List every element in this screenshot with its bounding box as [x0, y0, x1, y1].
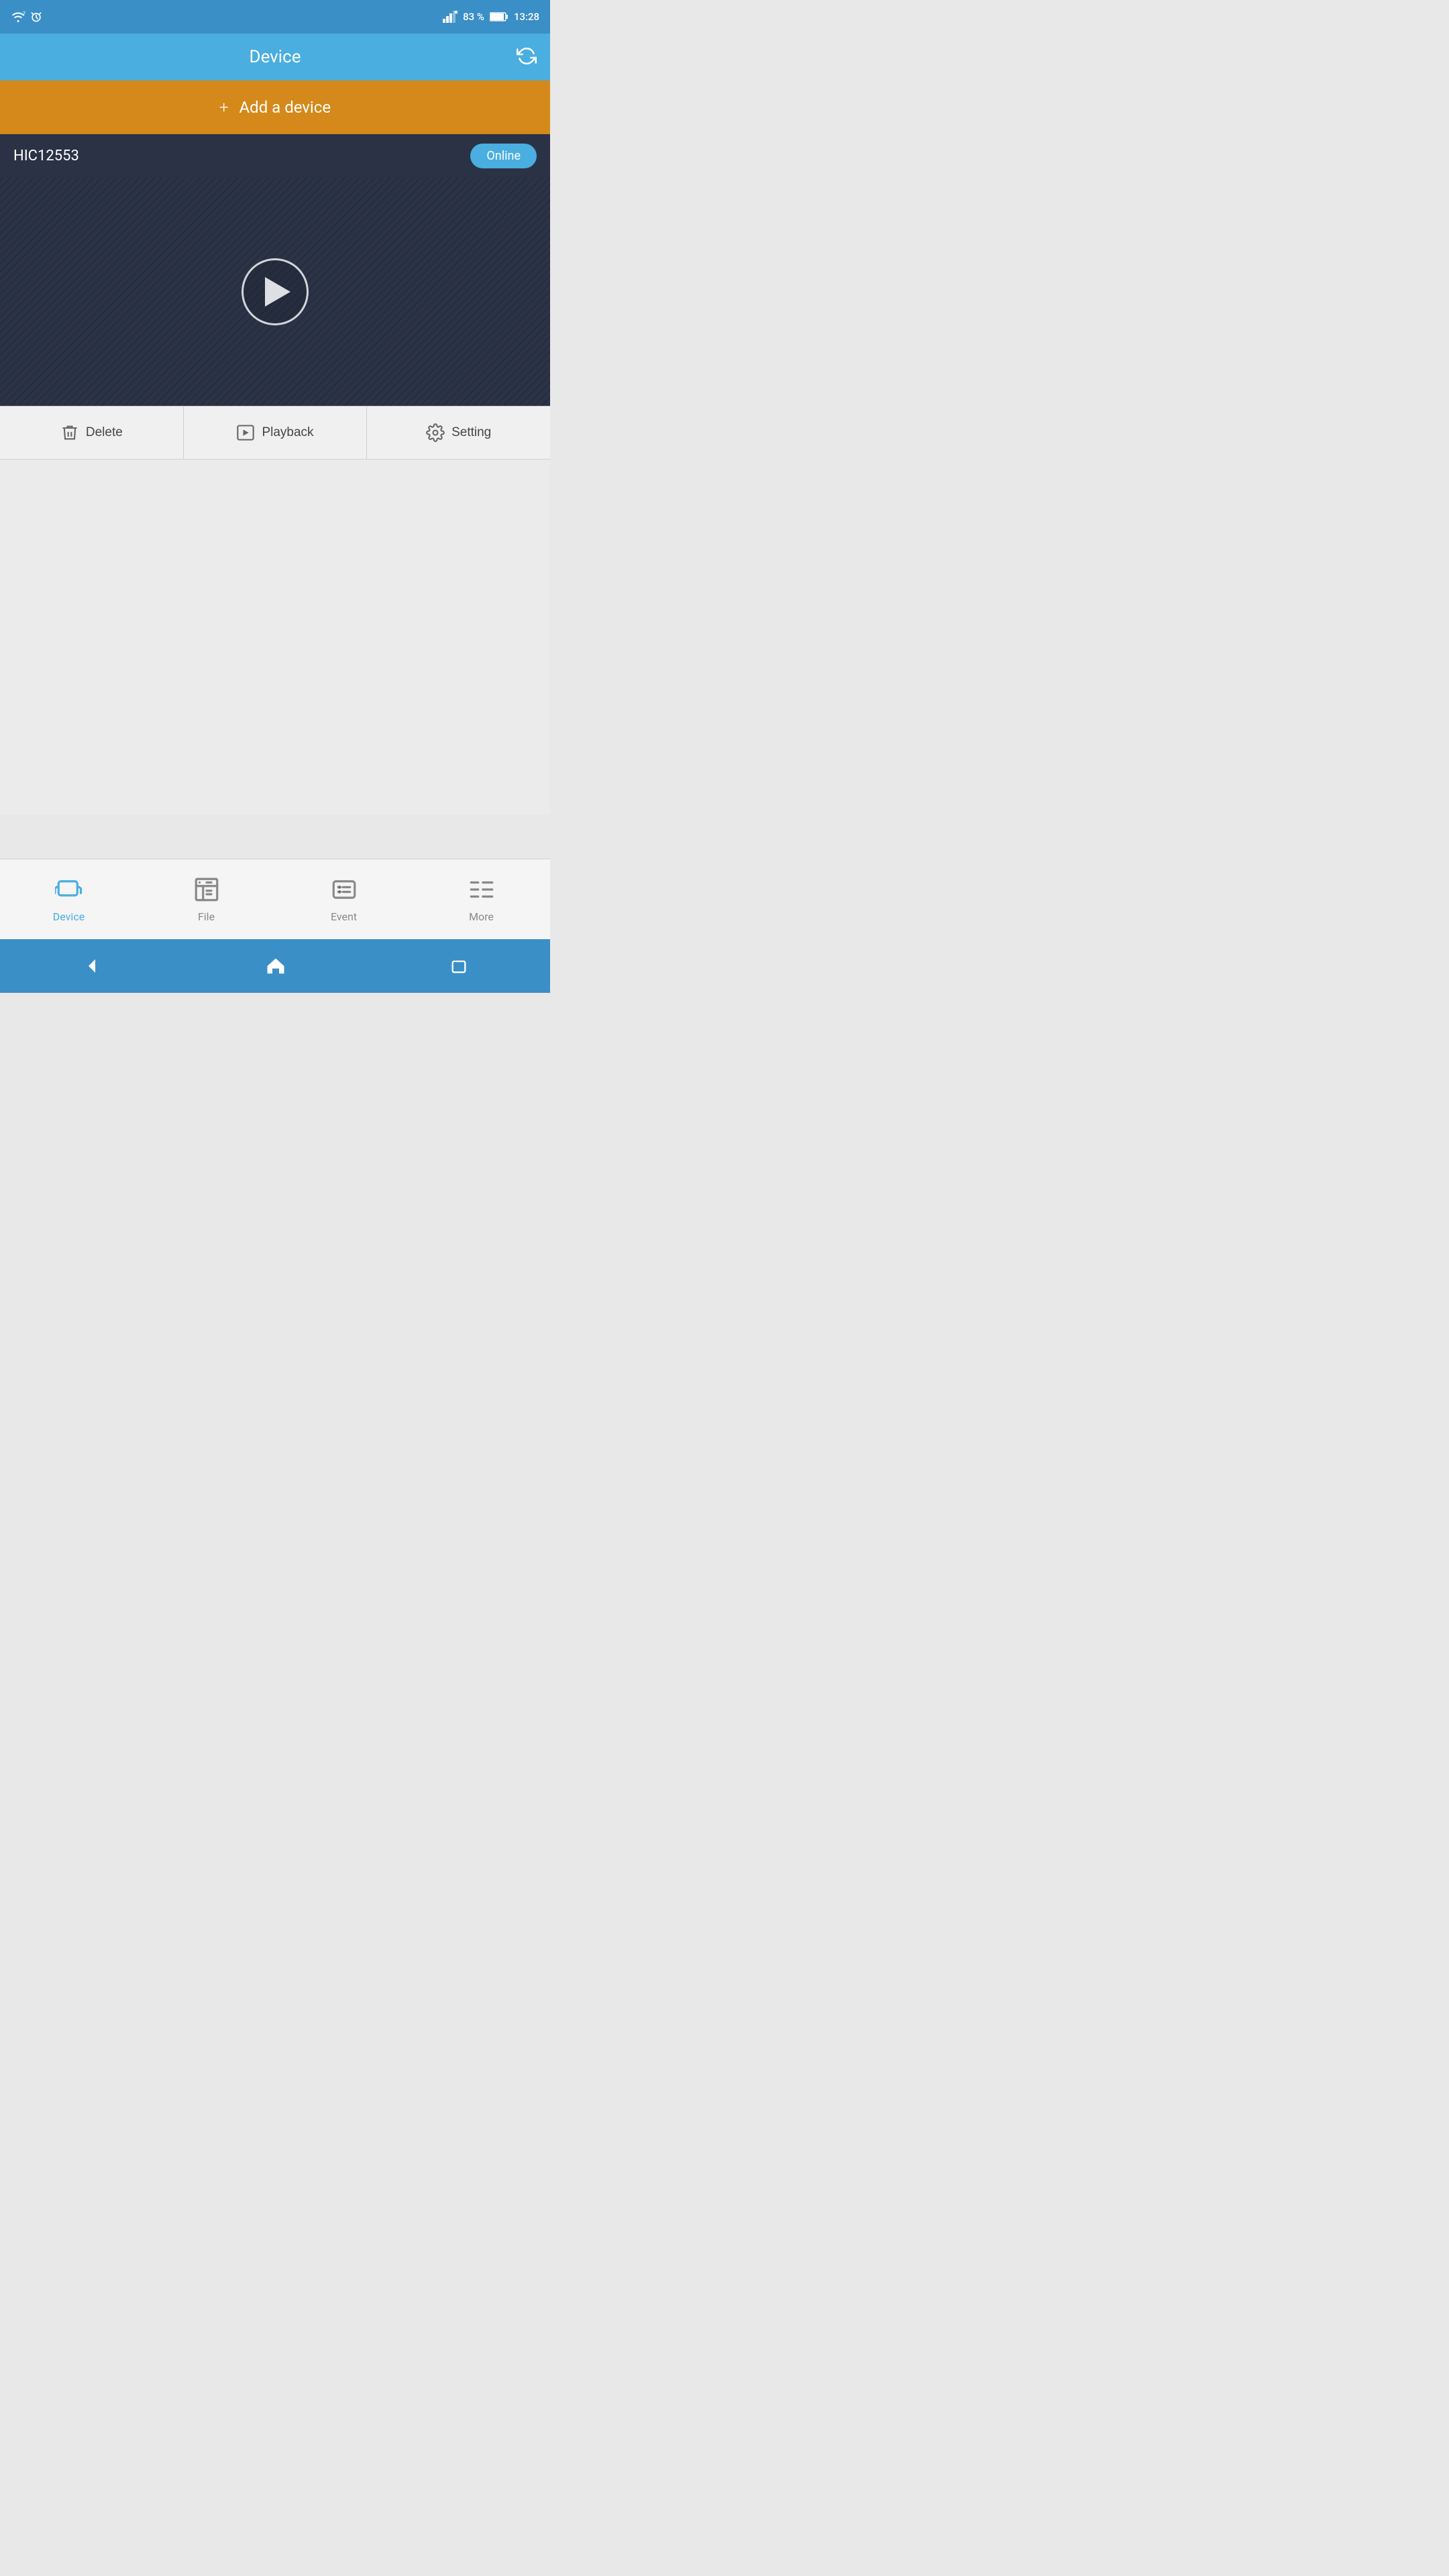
refresh-button[interactable]	[517, 46, 537, 68]
file-nav-icon	[193, 875, 221, 906]
header-title: Device	[250, 47, 301, 67]
time-display: 13:28	[514, 11, 539, 23]
gear-icon	[426, 423, 445, 442]
content-area	[0, 460, 550, 815]
add-device-banner[interactable]: + Add a device	[0, 80, 550, 134]
recents-button[interactable]	[449, 957, 468, 975]
app-header: Device	[0, 34, 550, 80]
svg-text:?: ?	[23, 11, 25, 17]
nav-device-label: Device	[53, 910, 85, 923]
setting-label: Setting	[451, 425, 491, 440]
device-nav-icon	[55, 875, 83, 906]
battery-icon	[490, 11, 508, 22]
playback-icon	[236, 423, 255, 442]
wifi-icon: ?	[11, 11, 25, 23]
plus-icon: +	[219, 99, 229, 115]
device-card-header: HIC12553 Online	[0, 134, 550, 178]
add-device-label: Add a device	[239, 98, 331, 117]
setting-button[interactable]: Setting	[367, 407, 550, 459]
online-badge: Online	[470, 144, 537, 168]
event-nav-icon	[330, 875, 358, 906]
status-icons: ?	[11, 10, 43, 23]
device-card: HIC12553 Online	[0, 134, 550, 406]
delete-label: Delete	[86, 425, 123, 440]
nav-file-label: File	[198, 910, 215, 923]
play-button[interactable]	[241, 258, 309, 325]
device-preview[interactable]	[0, 178, 550, 406]
nav-item-device[interactable]: Device	[0, 875, 138, 923]
back-button[interactable]	[82, 956, 102, 976]
home-button[interactable]	[266, 956, 286, 976]
nav-item-more[interactable]: More	[413, 875, 550, 923]
trash-icon	[60, 423, 79, 442]
system-nav-bar	[0, 939, 550, 993]
delete-button[interactable]: Delete	[0, 407, 184, 459]
battery-level: 83 %	[463, 11, 484, 23]
status-right: 83 % 13:28	[443, 11, 539, 23]
bottom-nav: Device File Event	[0, 859, 550, 939]
action-buttons: Delete Playback Setting	[0, 406, 550, 460]
more-nav-icon	[468, 875, 496, 906]
signal-icon	[443, 11, 458, 23]
nav-event-label: Event	[331, 910, 357, 923]
device-name: HIC12553	[13, 148, 79, 164]
alarm-icon	[30, 10, 43, 23]
nav-item-event[interactable]: Event	[275, 875, 413, 923]
playback-label: Playback	[262, 425, 313, 440]
playback-button[interactable]: Playback	[184, 407, 368, 459]
nav-more-label: More	[469, 910, 494, 923]
nav-item-file[interactable]: File	[138, 875, 275, 923]
play-icon	[265, 277, 290, 307]
status-bar: ? 83 % 13:28	[0, 0, 550, 34]
